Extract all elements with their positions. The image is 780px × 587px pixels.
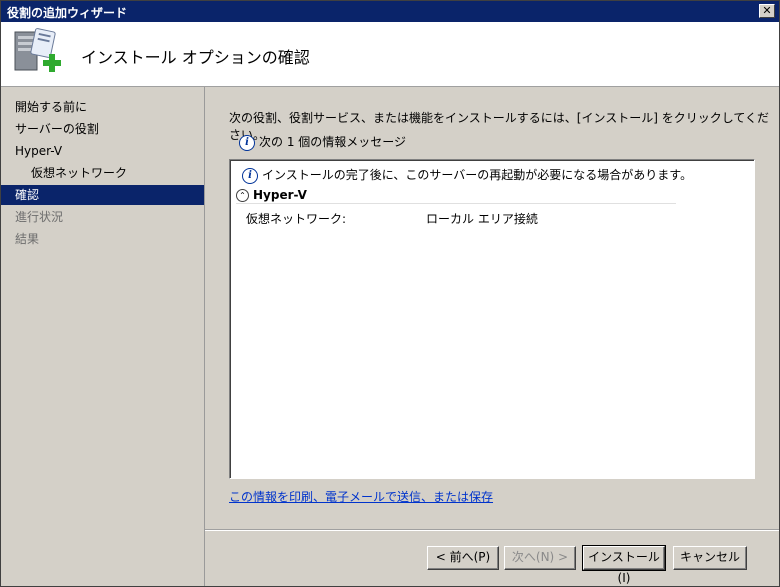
install-button[interactable]: インストール(I) xyxy=(582,545,666,585)
next-button: 次へ(N) > xyxy=(504,546,576,570)
window-title: 役割の追加ウィザード xyxy=(7,6,128,20)
section-title: Hyper-V xyxy=(253,188,307,202)
message-count-label: 次の 1 個の情報メッセージ xyxy=(259,135,407,149)
restart-warning: i インストールの完了後に、このサーバーの再起動が必要になる場合があります。 xyxy=(242,166,692,184)
virtual-network-value: ローカル エリア接続 xyxy=(426,212,538,226)
footer-divider xyxy=(205,529,779,531)
nav-item-virtual-networks[interactable]: 仮想ネットワーク xyxy=(1,163,204,183)
wizard-window: 役割の追加ウィザード ✕ インストール オプションの確認 開始する前に サーバー… xyxy=(0,0,780,587)
nav-item-server-roles[interactable]: サーバーの役割 xyxy=(1,119,204,139)
close-button[interactable]: ✕ xyxy=(759,4,775,18)
virtual-network-label: 仮想ネットワーク: xyxy=(246,212,347,226)
title-bar[interactable]: 役割の追加ウィザード ✕ xyxy=(1,1,779,22)
nav-item-hyper-v[interactable]: Hyper-V xyxy=(1,141,204,161)
page-title: インストール オプションの確認 xyxy=(81,48,310,67)
info-icon: i xyxy=(239,134,255,151)
nav-item-before-you-begin[interactable]: 開始する前に xyxy=(1,97,204,117)
message-count: i 次の 1 個の情報メッセージ xyxy=(239,133,406,151)
section-hyper-v[interactable]: ⌃ Hyper-V xyxy=(236,188,676,204)
collapse-icon[interactable]: ⌃ xyxy=(236,189,249,202)
nav-item-results: 結果 xyxy=(15,232,40,246)
wizard-header: インストール オプションの確認 xyxy=(1,22,779,87)
server-add-icon xyxy=(14,28,61,72)
print-email-save-link[interactable]: この情報を印刷、電子メールで送信、または保存 xyxy=(229,488,493,505)
nav-item-progress: 進行状況 xyxy=(15,210,64,224)
nav-item-confirmation[interactable]: 確認 xyxy=(1,185,204,205)
info-icon: i xyxy=(242,167,258,184)
prev-button[interactable]: < 前へ(P) xyxy=(427,546,499,570)
cancel-button[interactable]: キャンセル xyxy=(673,546,747,570)
confirmation-panel[interactable]: i インストールの完了後に、このサーバーの再起動が必要になる場合があります。 ⌃ H… xyxy=(229,159,755,479)
restart-warning-text: インストールの完了後に、このサーバーの再起動が必要になる場合があります。 xyxy=(262,168,693,182)
wizard-nav: 開始する前に サーバーの役割 Hyper-V 仮想ネットワーク 確認 進行状況 … xyxy=(1,87,205,586)
main-content: 次の役割、役割サービス、または機能をインストールするには、[インストール] をク… xyxy=(205,87,779,527)
